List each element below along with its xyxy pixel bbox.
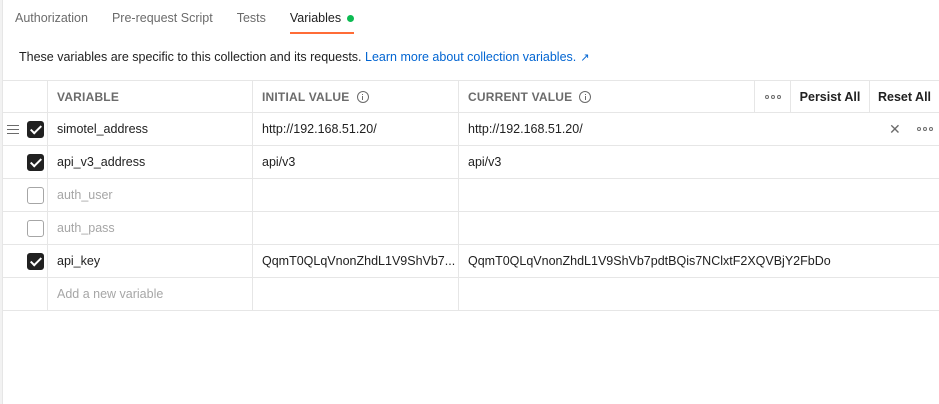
header-check-cell <box>23 81 48 112</box>
tab-authorization[interactable]: Authorization <box>15 0 88 36</box>
drag-handle <box>3 278 23 310</box>
tab-tests[interactable]: Tests <box>237 0 266 36</box>
current-value-cell[interactable] <box>459 179 755 211</box>
current-value-cell[interactable]: QqmT0QLqVnonZhdL1V9ShVb7pdtBQis7NClxtF2X… <box>459 245 831 277</box>
info-icon[interactable] <box>356 90 369 103</box>
enable-checkbox[interactable] <box>26 153 44 171</box>
table-row: api_key QqmT0QLqVnonZhdL1V9ShVb7... QqmT… <box>3 245 939 278</box>
row-check-cell <box>23 179 48 211</box>
enable-checkbox[interactable] <box>26 120 44 138</box>
row-check-cell <box>23 278 48 310</box>
current-value-cell[interactable] <box>459 212 755 244</box>
initial-value-cell[interactable]: api/v3 <box>253 146 459 178</box>
row-check-cell <box>23 113 48 145</box>
add-variable-row: Add a new variable <box>3 278 939 311</box>
reset-all-button[interactable]: Reset All <box>870 81 939 112</box>
drag-handle[interactable] <box>3 245 23 277</box>
header-variable: VARIABLE <box>48 81 253 112</box>
initial-value-cell[interactable]: http://192.168.51.20/ <box>253 113 459 145</box>
current-value-cell[interactable]: http://192.168.51.20/ <box>459 113 755 145</box>
drag-handle[interactable] <box>3 146 23 178</box>
initial-value-cell[interactable] <box>253 278 459 310</box>
variables-description: These variables are specific to this col… <box>19 50 590 64</box>
drag-handle-icon <box>7 124 19 134</box>
add-variable-input[interactable]: Add a new variable <box>48 278 253 310</box>
header-current-value: CURRENT VALUE <box>459 81 755 112</box>
enable-checkbox[interactable] <box>26 219 44 237</box>
external-link-icon: ↗ <box>580 52 590 64</box>
variable-name-cell[interactable]: api_key <box>48 245 253 277</box>
delete-icon[interactable]: ✕ <box>889 122 901 136</box>
initial-value-cell[interactable]: QqmT0QLqVnonZhdL1V9ShVb7... <box>253 245 459 277</box>
variable-name-cell[interactable]: simotel_address <box>48 113 253 145</box>
variable-name-cell[interactable]: auth_user <box>48 179 253 211</box>
tab-bar: Authorization Pre-request Script Tests V… <box>3 0 939 36</box>
table-row: auth_user <box>3 179 939 212</box>
more-options-button[interactable] <box>755 81 791 112</box>
row-check-cell <box>23 212 48 244</box>
drag-handle[interactable] <box>3 212 23 244</box>
variable-name-cell[interactable]: api_v3_address <box>48 146 253 178</box>
tab-variables[interactable]: Variables <box>289 0 355 36</box>
drag-handle[interactable] <box>3 179 23 211</box>
current-value-cell[interactable] <box>459 278 755 310</box>
row-more-icon[interactable] <box>917 127 933 131</box>
header-handle-cell <box>3 81 23 112</box>
enable-checkbox[interactable] <box>26 252 44 270</box>
tab-pre-request-script[interactable]: Pre-request Script <box>112 0 213 36</box>
table-header: VARIABLE INITIAL VALUE CURRENT VALUE Per… <box>3 80 939 113</box>
persist-all-button[interactable]: Persist All <box>791 81 870 112</box>
current-value-cell[interactable]: api/v3 <box>459 146 755 178</box>
drag-handle[interactable] <box>3 113 23 145</box>
variables-table: VARIABLE INITIAL VALUE CURRENT VALUE Per… <box>3 80 939 311</box>
table-row: simotel_address http://192.168.51.20/ ht… <box>3 113 939 146</box>
modified-dot-icon <box>347 14 355 22</box>
row-check-cell <box>23 245 48 277</box>
info-icon[interactable] <box>579 90 592 103</box>
initial-value-cell[interactable] <box>253 179 459 211</box>
table-row: api_v3_address api/v3 api/v3 <box>3 146 939 179</box>
learn-more-link[interactable]: Learn more about collection variables. ↗ <box>365 50 589 64</box>
header-initial-value: INITIAL VALUE <box>253 81 459 112</box>
table-row: auth_pass <box>3 212 939 245</box>
variable-name-cell[interactable]: auth_pass <box>48 212 253 244</box>
initial-value-cell[interactable] <box>253 212 459 244</box>
more-options-icon <box>764 94 781 99</box>
row-check-cell <box>23 146 48 178</box>
row-actions: ✕ <box>885 113 937 145</box>
enable-checkbox[interactable] <box>26 186 44 204</box>
